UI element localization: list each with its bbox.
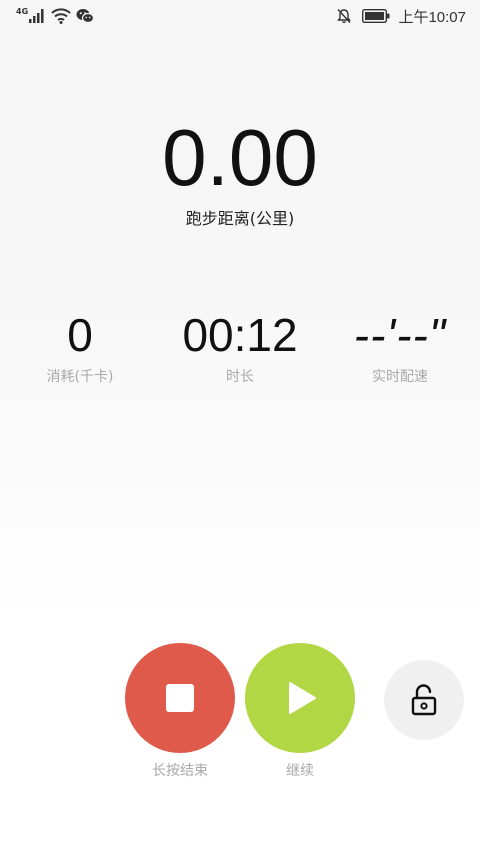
stop-icon [166,684,194,712]
status-left: 4G [16,6,95,25]
network-type: 4G [16,6,29,16]
unlock-icon [411,684,437,716]
distance-value: 0.00 [162,113,318,202]
pace-label: 实时配速 [372,369,428,385]
status-right: 上午10:07 [336,6,466,26]
duration-label: 时长 [226,369,254,385]
resume-button[interactable] [245,643,355,753]
play-icon [289,682,316,714]
wechat-icon [76,9,95,24]
status-time: 上午10:07 [398,8,466,26]
resume-label: 继续 [286,763,314,779]
stop-button[interactable] [125,643,235,753]
running-screen: 4G 上午10:07 0.00 跑步距离(公里) 0 消耗(千卡) 00:12 … [0,0,480,853]
battery-icon [362,9,390,23]
signal-icon [29,9,44,23]
status-bar: 4G 上午10:07 [0,0,480,32]
pace-value: --'--" [353,309,447,361]
duration-value: 00:12 [182,309,298,361]
distance-label: 跑步距离(公里) [185,209,295,228]
wifi-icon [51,8,71,24]
calories-value: 0 [67,309,93,361]
pace-stat: --'--" 实时配速 [320,310,480,386]
calories-stat: 0 消耗(千卡) [0,310,160,386]
calories-label: 消耗(千卡) [46,369,114,385]
mute-bell-icon [337,9,352,23]
duration-stat: 00:12 时长 [160,310,320,386]
lock-button[interactable] [384,660,464,740]
stop-label: 长按结束 [152,763,208,779]
